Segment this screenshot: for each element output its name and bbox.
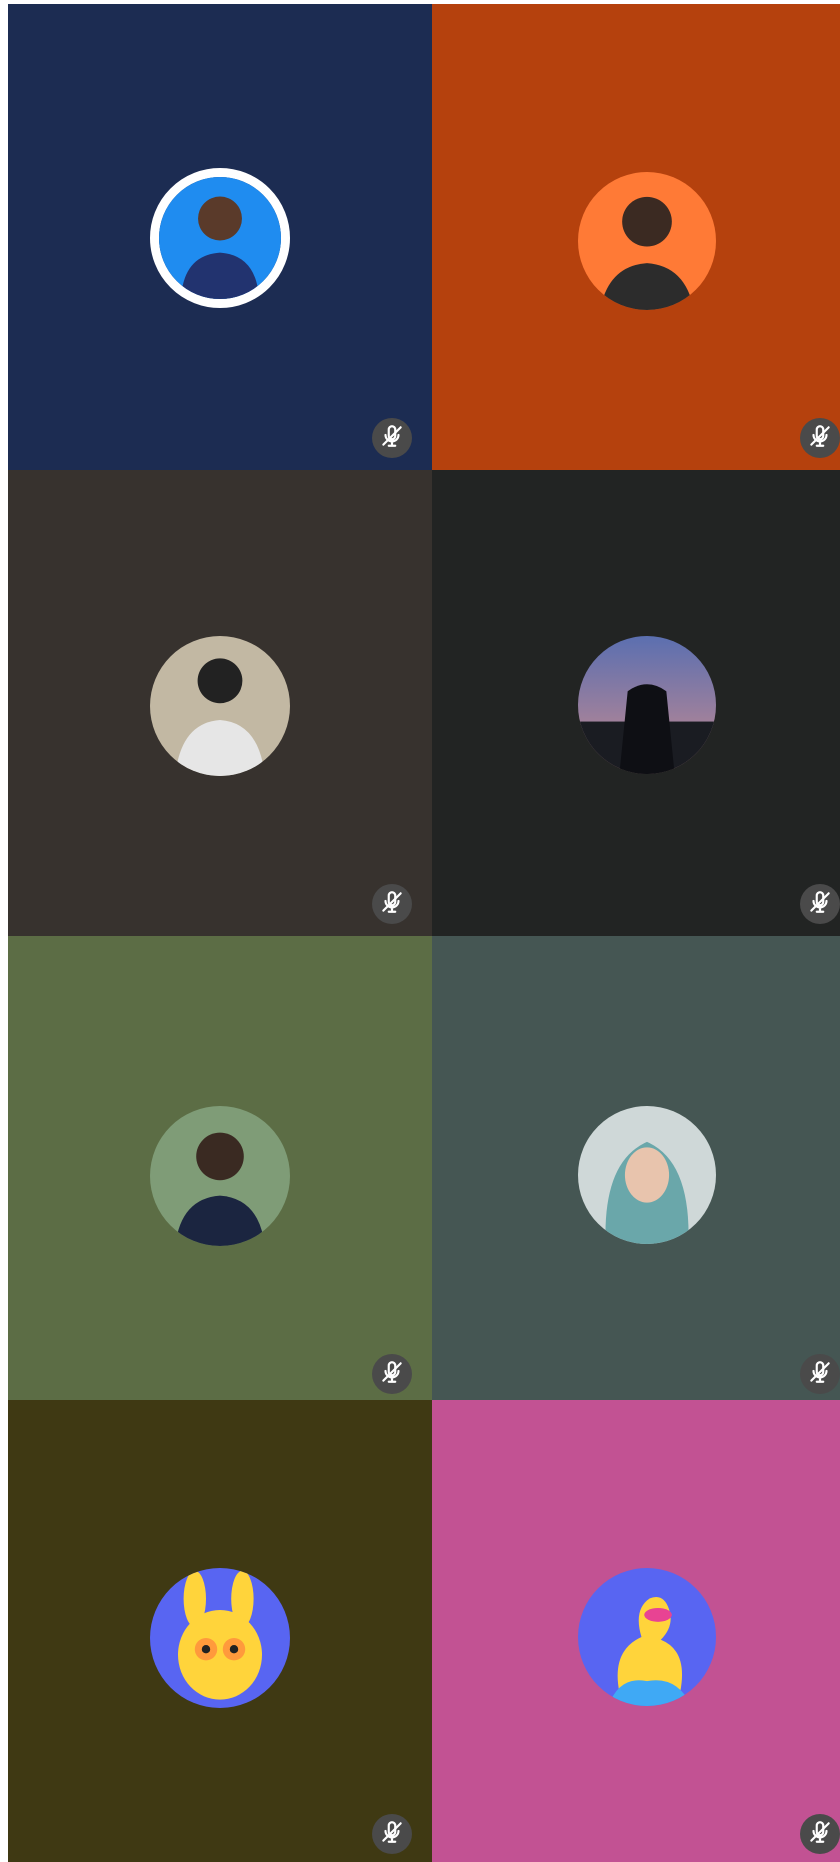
mic-off-icon	[379, 423, 405, 453]
participant-grid	[8, 4, 840, 1862]
mute-badge	[800, 1354, 840, 1394]
participant-avatar[interactable]	[150, 1106, 290, 1246]
mute-badge	[800, 884, 840, 924]
participant-avatar[interactable]	[150, 168, 290, 308]
participant-tile[interactable]	[8, 4, 432, 470]
mute-badge	[372, 418, 412, 458]
mic-off-icon	[807, 1359, 833, 1389]
participant-tile[interactable]	[432, 1400, 840, 1862]
mic-off-icon	[379, 1359, 405, 1389]
mute-badge	[800, 1814, 840, 1854]
participant-avatar[interactable]	[150, 636, 290, 776]
mute-badge	[372, 1814, 412, 1854]
mic-off-icon	[807, 889, 833, 919]
mic-off-icon	[379, 889, 405, 919]
participant-tile[interactable]	[432, 936, 840, 1400]
participant-avatar[interactable]	[150, 1568, 290, 1708]
participant-avatar[interactable]	[578, 1106, 716, 1244]
mute-badge	[372, 884, 412, 924]
mic-off-icon	[807, 423, 833, 453]
participant-avatar[interactable]	[578, 1568, 716, 1706]
participant-tile[interactable]	[8, 470, 432, 936]
mic-off-icon	[807, 1819, 833, 1849]
mic-off-icon	[379, 1819, 405, 1849]
participant-tile[interactable]	[432, 470, 840, 936]
mute-badge	[800, 418, 840, 458]
participant-avatar[interactable]	[578, 636, 716, 774]
participant-avatar[interactable]	[578, 172, 716, 310]
participant-tile[interactable]	[8, 1400, 432, 1862]
participant-tile[interactable]	[8, 936, 432, 1400]
mute-badge	[372, 1354, 412, 1394]
participant-tile[interactable]	[432, 4, 840, 470]
